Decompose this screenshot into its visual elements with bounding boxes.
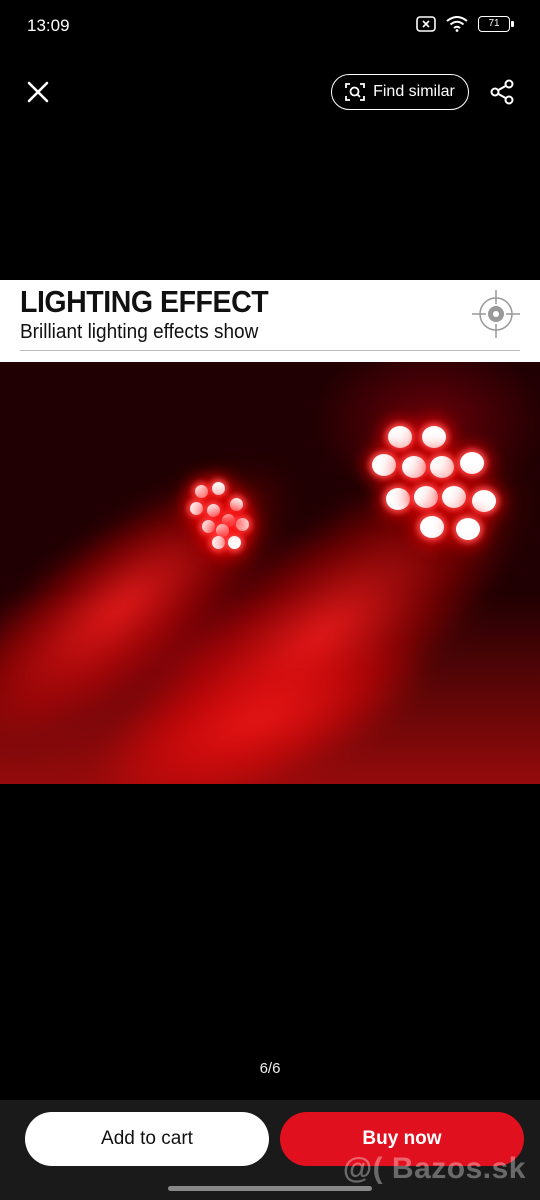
product-image[interactable]: LIGHTING EFFECT Brilliant lighting effec… [0, 280, 540, 820]
stage-lighting-photo [0, 362, 540, 784]
share-icon [490, 79, 514, 105]
status-time: 13:09 [27, 16, 70, 35]
close-button[interactable] [18, 72, 58, 112]
banner-subtitle: Brilliant lighting effects show [20, 321, 259, 343]
wifi-icon [446, 16, 468, 32]
notification-x-icon [416, 16, 436, 32]
image-banner: LIGHTING EFFECT Brilliant lighting effec… [0, 280, 540, 362]
bottom-action-bar: Add to cart Buy now @( Bazos.sk [0, 1100, 540, 1200]
banner-divider [20, 350, 520, 351]
find-similar-button[interactable]: Find similar [331, 74, 469, 110]
target-icon [472, 290, 520, 338]
watermark: @( Bazos.sk [342, 1152, 526, 1185]
battery-icon: 71 [478, 16, 514, 32]
find-similar-label: Find similar [373, 83, 455, 100]
scan-icon [345, 83, 365, 101]
close-icon [27, 81, 49, 103]
status-icons: 71 [416, 16, 514, 32]
gallery-page-indicator: 6/6 [259, 1060, 281, 1077]
banner-title: LIGHTING EFFECT [20, 284, 269, 319]
status-bar: 13:09 71 [0, 0, 540, 54]
share-button[interactable] [484, 74, 520, 110]
home-indicator[interactable] [168, 1186, 372, 1191]
add-to-cart-button[interactable]: Add to cart [25, 1112, 269, 1166]
light-haze [0, 592, 540, 784]
top-bar: Find similar [0, 60, 540, 124]
